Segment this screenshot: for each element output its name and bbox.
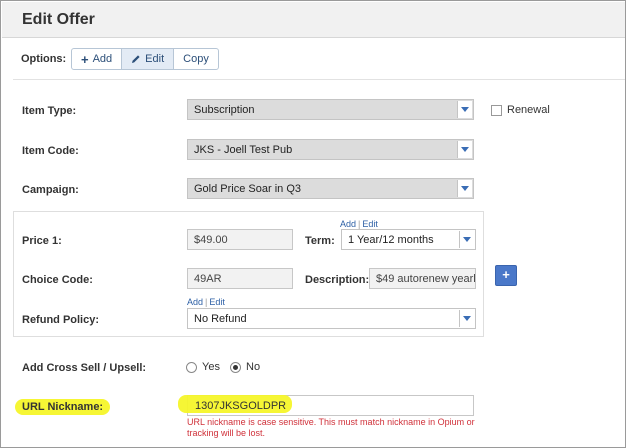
options-button-group: + Add Edit Copy — [71, 48, 219, 70]
edit-button[interactable]: Edit — [122, 49, 175, 69]
refund-policy-value: No Refund — [194, 313, 247, 325]
term-edit-link[interactable]: Edit — [362, 219, 378, 229]
item-type-select[interactable]: Subscription — [187, 99, 474, 120]
choice-code-input[interactable]: 49AR — [187, 268, 293, 289]
campaign-select[interactable]: Gold Price Soar in Q3 — [187, 178, 474, 199]
chevron-down-icon — [457, 141, 472, 158]
copy-button-label: Copy — [183, 53, 209, 65]
page-title: Edit Offer — [22, 11, 95, 28]
url-nickname-label: URL Nickname: — [22, 401, 104, 413]
cross-sell-label: Add Cross Sell / Upsell: — [22, 362, 147, 374]
options-label: Options: — [21, 53, 67, 65]
campaign-label: Campaign: — [22, 184, 79, 196]
item-type-label: Item Type: — [22, 105, 77, 117]
refund-policy-links: Add | Edit — [187, 297, 225, 307]
add-price-button[interactable]: + — [495, 265, 517, 286]
chevron-down-icon — [457, 101, 472, 118]
term-links: Add | Edit — [340, 219, 378, 229]
description-input[interactable]: $49 autorenew yearly — [369, 268, 476, 289]
copy-button[interactable]: Copy — [174, 49, 218, 69]
renewal-label: Renewal — [507, 104, 550, 116]
edit-offer-panel: Edit Offer Options: + Add Edit Copy Item… — [0, 0, 626, 448]
add-button[interactable]: + Add — [72, 49, 123, 69]
item-code-select[interactable]: JKS - Joell Test Pub — [187, 139, 474, 160]
refund-add-link[interactable]: Add — [187, 297, 203, 307]
renewal-checkbox[interactable] — [491, 105, 502, 116]
price-label: Price 1: — [22, 235, 62, 247]
chevron-down-icon — [459, 231, 474, 248]
term-label: Term: — [305, 235, 335, 247]
panel-header: Edit Offer — [2, 2, 625, 38]
cross-sell-yes-radio[interactable] — [186, 362, 197, 373]
url-nickname-hint: URL nickname is case sensitive. This mus… — [187, 417, 475, 438]
url-nickname-value: 1307JKSGOLDPR — [195, 400, 287, 412]
choice-code-label: Choice Code: — [22, 274, 93, 286]
cross-sell-yes-label: Yes — [202, 361, 220, 373]
plus-icon: + — [81, 51, 89, 67]
campaign-value: Gold Price Soar in Q3 — [194, 183, 301, 195]
cross-sell-no-label: No — [246, 361, 261, 373]
refund-policy-label: Refund Policy: — [22, 314, 100, 326]
chevron-down-icon — [459, 310, 474, 327]
add-button-label: Add — [92, 53, 113, 65]
term-value: 1 Year/12 months — [348, 234, 434, 246]
pencil-icon — [132, 55, 140, 63]
item-type-value: Subscription — [194, 104, 255, 116]
edit-button-label: Edit — [145, 53, 165, 65]
chevron-down-icon — [457, 180, 472, 197]
term-add-link[interactable]: Add — [340, 219, 356, 229]
options-divider — [13, 79, 625, 80]
link-separator: | — [205, 297, 208, 307]
cross-sell-no-radio[interactable] — [230, 362, 241, 373]
item-code-value: JKS - Joell Test Pub — [194, 144, 293, 156]
refund-policy-select[interactable]: No Refund — [187, 308, 476, 329]
refund-edit-link[interactable]: Edit — [209, 297, 225, 307]
link-separator: | — [358, 219, 361, 229]
term-select[interactable]: 1 Year/12 months — [341, 229, 476, 250]
description-label: Description: — [305, 274, 370, 286]
item-code-label: Item Code: — [22, 145, 79, 157]
price-input[interactable]: $49.00 — [187, 229, 293, 250]
